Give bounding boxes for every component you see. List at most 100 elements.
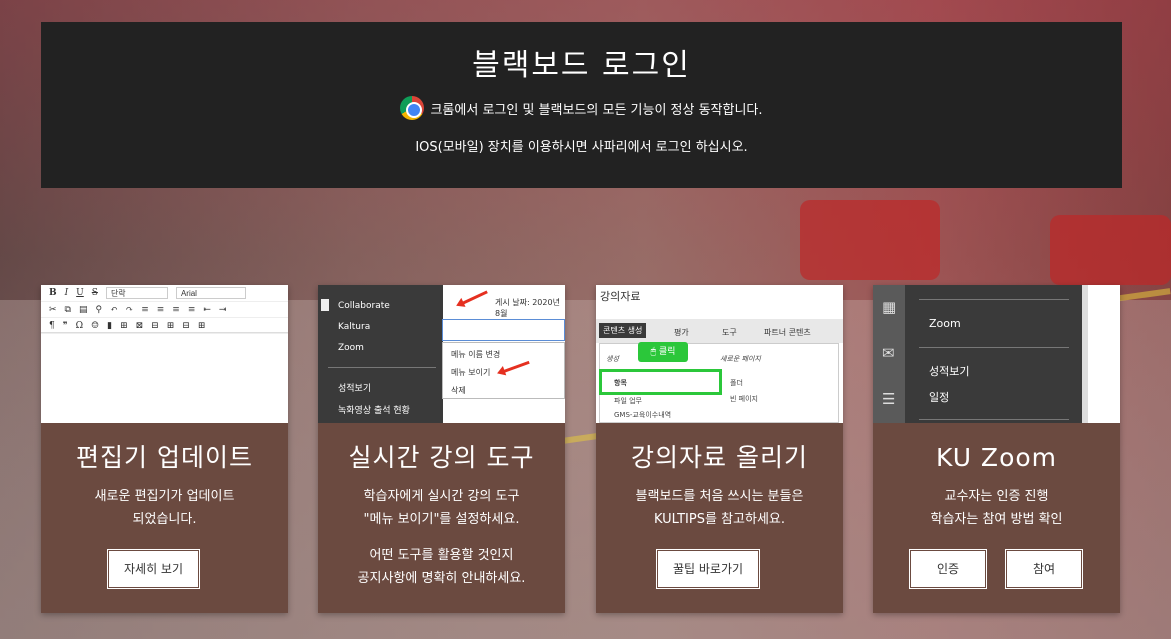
emoji-icon: ☺ bbox=[91, 320, 100, 331]
tab-assessment: 평가 bbox=[674, 328, 689, 337]
font-family-select: Arial bbox=[175, 287, 246, 299]
calendar-icon: ▦ bbox=[882, 298, 897, 316]
kultips-button[interactable]: 꿀팁 바로가기 bbox=[656, 549, 761, 589]
quote-icon: ❞ bbox=[62, 320, 68, 331]
grades-icon: ☰ bbox=[882, 390, 896, 408]
italic-icon: I bbox=[64, 288, 69, 298]
card-title: 편집기 업데이트 bbox=[76, 443, 253, 472]
underline-icon: U bbox=[76, 288, 84, 298]
background-chair bbox=[1050, 215, 1171, 285]
menu-item-collaborate: Collaborate bbox=[338, 301, 390, 311]
tools-screenshot: Collaborate Kaltura Zoom 성적보기 녹화영상 출석 현황… bbox=[318, 285, 565, 423]
find-icon: ⚲ bbox=[95, 304, 103, 315]
page-title: 블랙보드 로그인 bbox=[472, 48, 691, 83]
card-body: 편집기 업데이트 새로운 편집기가 업데이트 되었습니다. 자세히 보기 bbox=[41, 423, 288, 613]
editor-screenshot: B I U S 단락 Arial ✂ ⧉ ▤ ⚲ ↶ ↷ ≡ ≡ ≡ ≡ ⇤ ⇥ bbox=[41, 285, 288, 423]
outdent-icon: ⇥ bbox=[218, 304, 227, 315]
card-title: 강의자료 올리기 bbox=[631, 443, 808, 472]
table-row-icon: ⊟ bbox=[151, 320, 159, 331]
menu-search-box bbox=[442, 319, 565, 341]
zoom-content bbox=[1082, 285, 1120, 423]
chrome-notice: 크롬에서 로그인 및 블랙보드의 모든 기능이 정상 동작합니다. bbox=[41, 96, 1122, 120]
card-description-2: 어떤 도구를 활용할 것인지 공지사항에 명확히 안내하세요. bbox=[357, 548, 526, 586]
card-description: 블랙보드를 처음 쓰시는 분들은 KULTIPS를 참고하세요. bbox=[635, 489, 804, 527]
materials-screenshot: 강의자료 콘텐츠 생성 평가 도구 파트너 콘텐츠 생성 새로운 페이지 항목 … bbox=[596, 285, 843, 423]
posted-date: 게시 날짜: 2020년 8월 bbox=[495, 298, 560, 318]
card-ku-zoom: ▦ ✉ ☰ Zoom 성적보기 일정 KU Zoom 교수자는 인증 진행 학습… bbox=[873, 285, 1120, 613]
merge-icon: ⊞ bbox=[197, 320, 206, 331]
paragraph-select: 단락 bbox=[105, 287, 168, 299]
align-right-icon: ≡ bbox=[172, 304, 180, 315]
menu-rename: 메뉴 이름 변경 bbox=[451, 350, 501, 359]
item-blank-page: 빈 페이지 bbox=[730, 395, 758, 403]
item-gms: GMS-교육이수내역 bbox=[614, 411, 672, 419]
card-title: 실시간 강의 도구 bbox=[348, 443, 535, 472]
materials-title: 강의자료 bbox=[600, 290, 641, 303]
card-description: 학습자에게 실시간 강의 도구 "메뉴 보이기"를 설정하세요. bbox=[363, 489, 520, 527]
tab-create-content: 콘텐츠 생성 bbox=[599, 323, 647, 338]
copy-icon: ⧉ bbox=[64, 304, 71, 315]
paragraph-icon: ¶ bbox=[49, 320, 55, 331]
card-description: 교수자는 인증 진행 학습자는 참여 방법 확인 bbox=[930, 489, 1063, 527]
cell-icon: ⊟ bbox=[182, 320, 190, 331]
tab-partner-content: 파트너 콘텐츠 bbox=[764, 328, 811, 337]
card-body: 실시간 강의 도구 학습자에게 실시간 강의 도구 "메뉴 보이기"를 설정하세… bbox=[318, 423, 565, 613]
align-center-icon: ≡ bbox=[156, 304, 165, 315]
highlight-box bbox=[599, 369, 722, 395]
zoom-sidebar: ▦ ✉ ☰ bbox=[873, 285, 905, 423]
paste-icon: ▤ bbox=[78, 304, 88, 315]
drag-handle-icon bbox=[321, 299, 329, 311]
table-col-icon: ⊞ bbox=[166, 320, 175, 331]
col-page-header: 새로운 페이지 bbox=[720, 355, 761, 363]
background-chair bbox=[800, 200, 940, 280]
mail-icon: ✉ bbox=[882, 344, 895, 362]
col-create-header: 생성 bbox=[606, 355, 619, 363]
zoom-menu-zoom: Zoom bbox=[929, 317, 961, 330]
align-left-icon: ≡ bbox=[141, 304, 149, 315]
table-icon: ⊞ bbox=[120, 320, 128, 331]
zoom-menu-grades: 성적보기 bbox=[929, 365, 970, 378]
materials-tabs: 콘텐츠 생성 평가 도구 파트너 콘텐츠 bbox=[596, 319, 843, 343]
card-live-tools: Collaborate Kaltura Zoom 성적보기 녹화영상 출석 현황… bbox=[318, 285, 565, 613]
justify-icon: ≡ bbox=[187, 304, 196, 315]
undo-icon: ↶ bbox=[110, 304, 118, 315]
card-body: KU Zoom 교수자는 인증 진행 학습자는 참여 방법 확인 인증 참여 bbox=[873, 423, 1120, 613]
menu-divider bbox=[328, 367, 436, 368]
auth-button[interactable]: 인증 bbox=[909, 549, 987, 589]
menu-delete: 삭제 bbox=[451, 386, 466, 395]
card-course-materials: 강의자료 콘텐츠 생성 평가 도구 파트너 콘텐츠 생성 새로운 페이지 항목 … bbox=[596, 285, 843, 613]
table-delete-icon: ⊠ bbox=[135, 320, 144, 331]
zoom-course-menu: Zoom 성적보기 일정 bbox=[905, 285, 1082, 423]
course-menu: Collaborate Kaltura Zoom 성적보기 녹화영상 출석 현황 bbox=[318, 285, 443, 423]
bookmark-icon: ▮ bbox=[107, 320, 113, 331]
item-file: 파일 업무 bbox=[614, 397, 642, 405]
menu-show: 메뉴 보이기 bbox=[451, 368, 491, 377]
menu-item-recording: 녹화영상 출석 현황 bbox=[338, 406, 410, 416]
chrome-icon bbox=[400, 96, 425, 120]
omega-icon: Ω bbox=[75, 320, 84, 331]
details-button[interactable]: 자세히 보기 bbox=[107, 549, 201, 589]
indent-icon: ⇤ bbox=[203, 304, 211, 315]
zoom-menu-schedule: 일정 bbox=[929, 391, 950, 404]
menu-item-kaltura: Kaltura bbox=[338, 322, 371, 332]
redo-icon: ↷ bbox=[125, 304, 134, 315]
card-title: KU Zoom bbox=[935, 443, 1058, 472]
menu-item-zoom: Zoom bbox=[338, 343, 364, 353]
mouse-icon: 🖱 bbox=[650, 347, 656, 357]
ios-notice: IOS(모바일) 장치를 이용하시면 사파리에서 로그인 하십시오. bbox=[415, 140, 748, 155]
cut-icon: ✂ bbox=[49, 304, 57, 315]
item-folder: 폴더 bbox=[730, 379, 743, 387]
login-header: 블랙보드 로그인 크롬에서 로그인 및 블랙보드의 모든 기능이 정상 동작합니… bbox=[41, 22, 1122, 188]
chrome-notice-text: 크롬에서 로그인 및 블랙보드의 모든 기능이 정상 동작합니다. bbox=[430, 102, 763, 118]
menu-item-grades: 성적보기 bbox=[338, 384, 372, 394]
click-badge: 🖱 클릭 bbox=[638, 342, 688, 362]
zoom-screenshot: ▦ ✉ ☰ Zoom 성적보기 일정 bbox=[873, 285, 1120, 423]
join-button[interactable]: 참여 bbox=[1005, 549, 1083, 589]
strikethrough-icon: S bbox=[91, 288, 98, 298]
card-editor-update: B I U S 단락 Arial ✂ ⧉ ▤ ⚲ ↶ ↷ ≡ ≡ ≡ ≡ ⇤ ⇥ bbox=[41, 285, 288, 613]
bold-icon: B bbox=[49, 288, 57, 298]
tab-tools: 도구 bbox=[722, 328, 737, 337]
card-body: 강의자료 올리기 블랙보드를 처음 쓰시는 분들은 KULTIPS를 참고하세요… bbox=[596, 423, 843, 613]
card-description: 새로운 편집기가 업데이트 되었습니다. bbox=[94, 489, 235, 527]
editor-toolbar: B I U S 단락 Arial ✂ ⧉ ▤ ⚲ ↶ ↷ ≡ ≡ ≡ ≡ ⇤ ⇥ bbox=[41, 285, 288, 334]
